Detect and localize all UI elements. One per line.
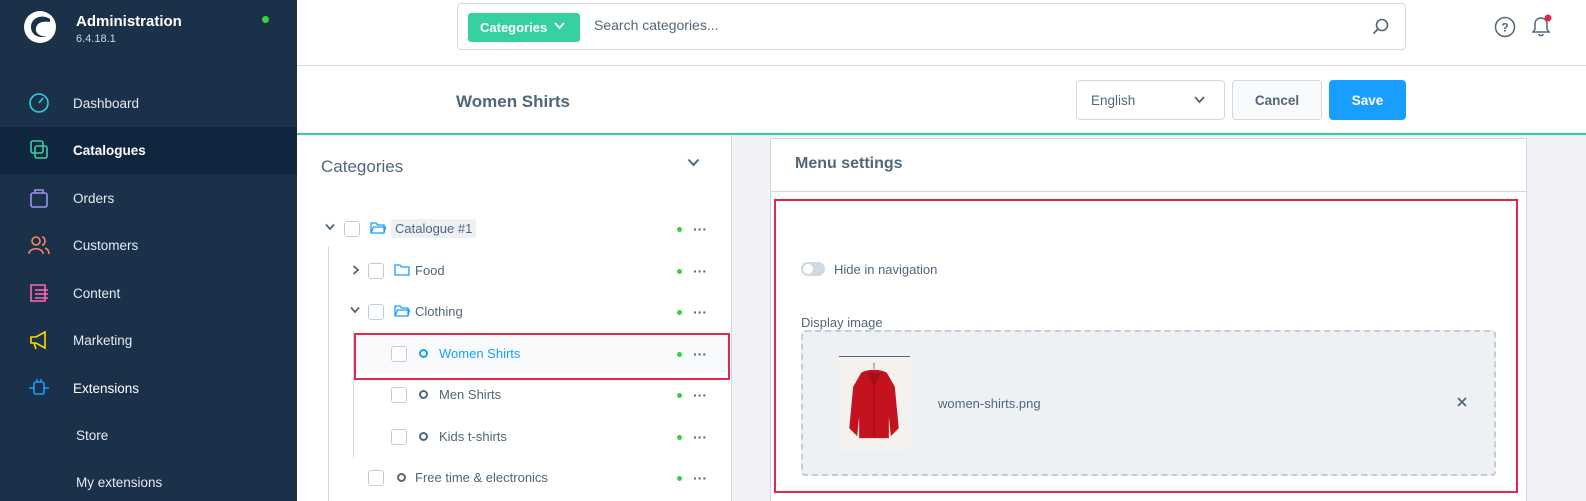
sidebar-item-customers[interactable]: Customers [0, 222, 297, 269]
bell-icon[interactable] [1529, 14, 1553, 38]
sidebar-item-label: Orders [73, 191, 115, 206]
sidebar-item-extensions[interactable]: Extensions [0, 365, 297, 412]
category-tree-panel: Categories Catalogue #1 ··· Food ··· Clo… [297, 136, 732, 501]
chevron-down-icon [1194, 96, 1205, 104]
more-actions-icon[interactable]: ··· [693, 429, 707, 445]
folder-open-icon [394, 305, 410, 317]
folder-icon [394, 264, 410, 276]
active-status-dot [677, 393, 682, 398]
sidebar-item-label: Catalogues [73, 143, 146, 158]
brand-title: Administration [76, 13, 182, 30]
chevron-down-icon[interactable] [350, 306, 360, 314]
category-leaf-icon [397, 473, 406, 482]
active-status-dot [677, 269, 682, 274]
search-type-dropdown[interactable]: Categories [468, 13, 580, 42]
sidebar-item-orders[interactable]: Orders [0, 175, 297, 222]
more-actions-icon[interactable]: ··· [693, 221, 707, 237]
highlight-box [774, 199, 1518, 493]
tree-node-kids-t-shirts[interactable]: Kids t-shirts ··· [297, 417, 732, 457]
svg-text:?: ? [1501, 21, 1508, 35]
customers-icon [28, 236, 50, 255]
search-type-label: Categories [480, 20, 548, 35]
page-header: Women Shirts English Cancel Save [297, 66, 1586, 135]
sidebar-item-label: Dashboard [73, 96, 140, 111]
sidebar-item-content[interactable]: Content [0, 270, 297, 317]
brand-header: Administration 6.4.18.1 [0, 0, 297, 60]
chevron-down-icon[interactable] [325, 223, 335, 231]
chevron-right-icon[interactable] [352, 265, 360, 275]
shopware-logo-icon[interactable] [23, 10, 57, 44]
tree-node-label: Catalogue #1 [391, 219, 477, 238]
tree-node-label: Free time & electronics [415, 470, 548, 485]
sidebar-item-dashboard[interactable]: Dashboard [0, 80, 297, 127]
tree-node-label: Food [415, 263, 445, 278]
tree-node-label: Clothing [415, 304, 463, 319]
tree-node-catalogue-1[interactable]: Catalogue #1 ··· [297, 209, 732, 249]
more-actions-icon[interactable]: ··· [693, 387, 707, 403]
card-divider [771, 191, 1526, 192]
menu-settings-card: Menu settings Hide in navigation Display… [770, 138, 1527, 501]
folder-open-icon [370, 222, 386, 234]
orders-icon [30, 189, 48, 208]
tree-node-label: Men Shirts [439, 387, 502, 402]
highlight-box [354, 333, 730, 380]
chevron-down-icon[interactable] [687, 158, 700, 167]
tree-node-free-time-electronics[interactable]: Free time & electronics ··· [297, 458, 732, 498]
active-status-dot [677, 310, 682, 315]
sidebar-item-label: Extensions [73, 381, 140, 396]
sidebar-item-label: Customers [73, 238, 139, 253]
sidebar: Administration 6.4.18.1 Dashboard Catalo… [0, 0, 297, 501]
help-icon[interactable]: ? [1494, 16, 1516, 38]
sidebar-item-label: Content [73, 286, 121, 301]
language-select[interactable]: English [1076, 80, 1225, 120]
chevron-down-icon [554, 22, 565, 30]
tree-node-checkbox[interactable] [391, 387, 407, 403]
cancel-button[interactable]: Cancel [1232, 80, 1322, 120]
active-status-dot [677, 227, 682, 232]
status-dot [262, 16, 269, 23]
active-status-dot [677, 435, 682, 440]
global-search: Categories [457, 3, 1406, 50]
dashboard-icon [29, 93, 49, 113]
tree-node-men-shirts[interactable]: Men Shirts ··· [297, 375, 732, 415]
tree-node-checkbox[interactable] [391, 429, 407, 445]
tree-node-checkbox[interactable] [368, 470, 384, 486]
content-icon [30, 284, 48, 302]
tree-node-checkbox[interactable] [368, 263, 384, 279]
more-actions-icon[interactable]: ··· [693, 263, 707, 279]
tree-node-label: Kids t-shirts [439, 429, 507, 444]
more-actions-icon[interactable]: ··· [693, 470, 707, 486]
tree-node-checkbox[interactable] [344, 221, 360, 237]
more-actions-icon[interactable]: ··· [693, 304, 707, 320]
tree-node-checkbox[interactable] [368, 304, 384, 320]
top-bar: Categories ? [297, 0, 1586, 66]
save-button[interactable]: Save [1329, 80, 1406, 120]
marketing-icon [30, 330, 46, 350]
sidebar-subitem-store[interactable]: Store [76, 428, 108, 443]
tree-node-clothing[interactable]: Clothing ··· [297, 292, 732, 332]
sidebar-item-label: Marketing [73, 333, 133, 348]
sidebar-item-marketing[interactable]: Marketing [0, 317, 297, 364]
catalogues-icon [30, 140, 48, 159]
card-title: Menu settings [795, 155, 903, 172]
sidebar-item-catalogues[interactable]: Catalogues [0, 127, 297, 174]
tree-node-food[interactable]: Food ··· [297, 251, 732, 291]
page-title: Women Shirts [456, 92, 570, 111]
search-icon[interactable] [1372, 18, 1390, 36]
category-leaf-icon [419, 432, 428, 441]
content-area: Menu settings Hide in navigation Display… [733, 136, 1586, 501]
search-input[interactable] [594, 17, 1354, 33]
sidebar-subitem-my-extensions[interactable]: My extensions [76, 475, 162, 490]
extensions-icon [29, 379, 49, 395]
brand-version: 6.4.18.1 [76, 33, 116, 45]
language-select-value: English [1091, 93, 1136, 108]
category-leaf-icon [419, 390, 428, 399]
tree-title: Categories [321, 157, 404, 176]
active-status-dot [677, 476, 682, 481]
